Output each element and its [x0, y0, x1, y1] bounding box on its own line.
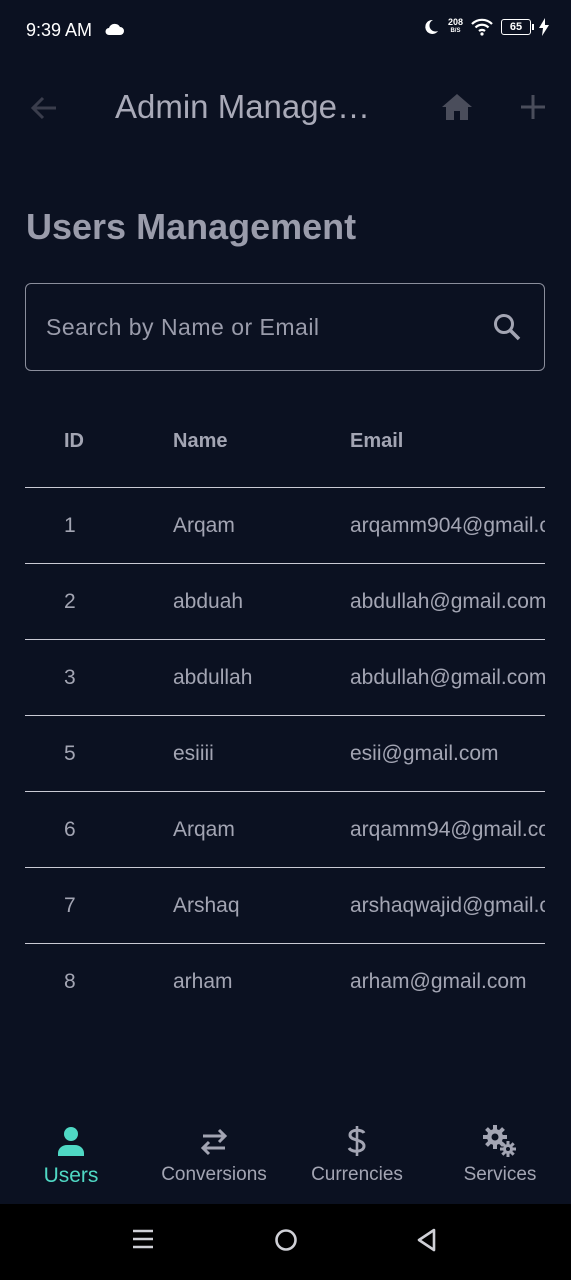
wifi-icon [471, 18, 493, 36]
table-row[interactable]: 5 esiiii esii@gmail.com [25, 716, 545, 792]
cell-email: arqamm94@gmail.com [350, 818, 545, 841]
swap-arrows-icon [200, 1128, 228, 1156]
cell-name: abduah [173, 590, 244, 613]
back-triangle-icon[interactable] [416, 1228, 438, 1252]
menu-icon[interactable] [132, 1228, 154, 1250]
nav-label-currencies: Currencies [311, 1164, 403, 1185]
nav-conversions[interactable]: Conversions [143, 1110, 285, 1204]
system-nav-bar [0, 1204, 571, 1280]
cloud-icon [105, 23, 124, 35]
cell-id: 6 [64, 818, 76, 841]
cell-id: 7 [64, 894, 76, 917]
cell-id: 5 [64, 742, 76, 765]
search-box[interactable] [25, 283, 545, 371]
page-title: Users Management [26, 206, 357, 247]
app-bar: Admin Management [0, 72, 571, 144]
charging-icon [539, 18, 549, 36]
cell-email: arqamm904@gmail.com [350, 514, 545, 537]
add-icon[interactable] [518, 92, 548, 122]
status-bar: 9:39 AM 208 B/S 65 [0, 0, 571, 64]
cell-email: arham@gmail.com [350, 970, 527, 993]
table-row[interactable]: 1 Arqam arqamm904@gmail.com [25, 488, 545, 564]
gears-icon [483, 1125, 516, 1157]
battery-indicator: 65 [501, 19, 534, 35]
moon-icon [425, 19, 438, 34]
person-icon [58, 1127, 84, 1156]
cell-email: abdullah@gmail.com [350, 590, 545, 613]
cell-name: Arqam [173, 514, 235, 537]
users-table: ID Name Email 1 Arqam arqamm904@gmail.co… [25, 404, 545, 1019]
cell-email: esii@gmail.com [350, 742, 499, 765]
nav-label-conversions: Conversions [161, 1164, 267, 1185]
status-time: 9:39 AM [26, 20, 93, 40]
home-circle-icon[interactable] [274, 1228, 298, 1252]
search-input[interactable] [44, 306, 488, 348]
cell-id: 8 [64, 970, 76, 993]
network-speed: 208 B/S [447, 17, 463, 35]
app-title: Admin Management [115, 88, 385, 125]
nav-users[interactable]: Users [0, 1110, 142, 1204]
nav-label-services: Services [463, 1164, 537, 1185]
table-row[interactable]: 6 Arqam arqamm94@gmail.com [25, 792, 545, 868]
table-row[interactable]: 3 abdullah abdullah@gmail.com [25, 640, 545, 716]
back-arrow-icon[interactable] [28, 92, 60, 124]
nav-label-users: Users [43, 1164, 99, 1187]
table-row[interactable]: 8 arham arham@gmail.com [25, 944, 545, 1019]
header-email[interactable]: Email [350, 430, 545, 453]
cell-id: 3 [64, 666, 76, 689]
cell-email: abdullah@gmail.com [350, 666, 545, 689]
dollar-icon [347, 1126, 366, 1156]
cell-id: 2 [64, 590, 76, 613]
cell-name: esiiii [173, 742, 214, 765]
table-row[interactable]: 7 Arshaq arshaqwajid@gmail.com [25, 868, 545, 944]
cell-name: abdullah [173, 666, 253, 689]
nav-currencies[interactable]: Currencies [286, 1110, 428, 1204]
nav-services[interactable]: Services [429, 1110, 571, 1204]
cell-email: arshaqwajid@gmail.com [350, 894, 545, 917]
cell-name: Arqam [173, 818, 235, 841]
table-row[interactable]: 2 abduah abdullah@gmail.com [25, 564, 545, 640]
home-icon[interactable] [440, 92, 474, 122]
status-icons: 208 B/S 65 [422, 18, 549, 36]
header-id[interactable]: ID [64, 430, 84, 453]
cell-id: 1 [64, 514, 76, 537]
cell-name: arham [173, 970, 233, 993]
cell-name: Arshaq [173, 894, 240, 917]
search-icon[interactable] [492, 312, 522, 342]
table-header: ID Name Email [25, 404, 545, 488]
bottom-nav: Users Conversions Currencies Services [0, 1110, 571, 1204]
header-name[interactable]: Name [173, 430, 227, 453]
